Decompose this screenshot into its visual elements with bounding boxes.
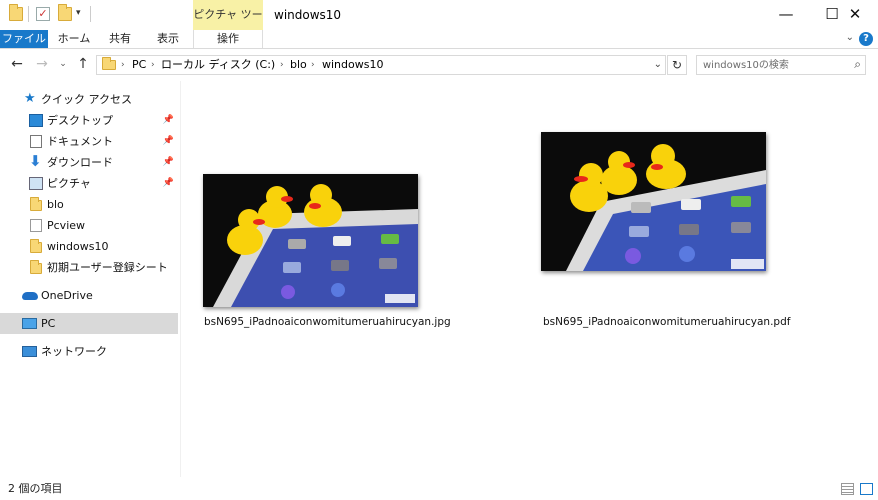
nav-folder-registration[interactable]: 初期ユーザー登録シート — [0, 257, 178, 278]
divider — [90, 6, 91, 22]
status-bar: 2 個の項目 — [0, 478, 878, 500]
folder-icon — [102, 57, 116, 70]
breadcrumb-separator[interactable]: › — [311, 56, 315, 74]
expand-ribbon-icon[interactable]: ⌄ — [846, 32, 854, 43]
navigation-pane: ★ クイック アクセス デスクトップ 📌 ドキュメント 📌 ⬇ ダウンロード 📌… — [0, 81, 180, 477]
folder-icon — [30, 219, 42, 232]
search-input[interactable] — [703, 58, 843, 73]
nav-label: blo — [47, 198, 64, 211]
nav-folder-blo[interactable]: blo — [0, 194, 178, 215]
nav-folder-pcview[interactable]: Pcview — [0, 215, 178, 236]
new-folder-icon[interactable] — [58, 4, 72, 21]
address-bar[interactable]: › PC › ローカル ディスク (C:) › blo › windows10 … — [96, 55, 666, 75]
duck-ipad-image — [203, 174, 418, 307]
nav-label: ピクチャ — [47, 177, 91, 190]
pin-icon: 📌 — [162, 115, 174, 125]
up-button[interactable]: ↑ — [74, 55, 92, 73]
help-icon[interactable]: ? — [859, 32, 873, 46]
nav-label: 初期ユーザー登録シート — [47, 261, 168, 274]
tab-file[interactable]: ファイル — [0, 30, 48, 48]
nav-desktop[interactable]: デスクトップ 📌 — [0, 110, 178, 131]
tab-view[interactable]: 表示 — [146, 30, 190, 48]
nav-pictures[interactable]: ピクチャ 📌 — [0, 173, 178, 194]
pane-splitter[interactable] — [180, 81, 181, 477]
documents-icon — [30, 135, 42, 148]
desktop-icon — [29, 114, 43, 127]
breadcrumb-separator[interactable]: › — [280, 56, 284, 74]
nav-label: ダウンロード — [47, 156, 113, 169]
network-icon — [22, 346, 37, 357]
nav-label: windows10 — [47, 240, 109, 253]
breadcrumb-separator[interactable]: › — [151, 56, 155, 74]
breadcrumb-blo[interactable]: blo — [290, 56, 307, 74]
nav-quick-access[interactable]: ★ クイック アクセス — [0, 89, 178, 110]
duck-ipad-image — [541, 132, 766, 271]
close-button[interactable]: ✕ — [832, 0, 878, 30]
star-icon: ★ — [24, 91, 36, 106]
minimize-button[interactable]: — — [763, 0, 809, 30]
pin-icon: 📌 — [162, 136, 174, 146]
recent-locations-button[interactable]: ⌄ — [54, 55, 72, 73]
nav-folder-windows10[interactable]: windows10 — [0, 236, 178, 257]
tab-manage[interactable]: 操作 — [193, 30, 263, 48]
tab-home[interactable]: ホーム — [52, 30, 96, 48]
back-button[interactable]: ← — [8, 55, 26, 73]
folder-icon — [30, 197, 42, 211]
navigation-bar: ← → ⌄ ↑ › PC › ローカル ディスク (C:) › blo › wi… — [0, 49, 878, 81]
search-icon[interactable]: ⌕ — [854, 57, 861, 72]
file-thumbnail-jpg[interactable] — [203, 174, 418, 307]
breadcrumb-separator[interactable]: › — [121, 56, 125, 74]
details-view-icon[interactable] — [841, 483, 854, 495]
nav-label: Pcview — [47, 219, 86, 232]
large-icons-view-icon[interactable] — [860, 483, 873, 495]
nav-label: ネットワーク — [41, 345, 107, 358]
search-box[interactable]: ⌕ — [696, 55, 866, 75]
title-bar: ✓ ▾ ピクチャ ツール windows10 — ☐ ✕ — [0, 0, 878, 51]
pin-icon: 📌 — [162, 178, 174, 188]
tab-share[interactable]: 共有 — [100, 30, 140, 48]
chevron-down-icon[interactable]: ⌄ — [654, 56, 662, 74]
refresh-button[interactable]: ↻ — [667, 55, 687, 75]
nav-label: ドキュメント — [47, 135, 113, 148]
forward-button[interactable]: → — [33, 55, 51, 73]
nav-label: PC — [41, 317, 56, 330]
breadcrumb-local-disk[interactable]: ローカル ディスク (C:) — [161, 56, 275, 74]
nav-pc[interactable]: PC — [0, 313, 178, 334]
file-name-jpg[interactable]: bsN695_iPadnoaiconwomitumeruahirucyan.jp… — [204, 316, 451, 328]
pc-icon — [22, 318, 37, 329]
folder-icon — [30, 239, 42, 253]
picture-tools-header: ピクチャ ツール — [193, 0, 263, 51]
properties-icon[interactable]: ✓ — [36, 7, 50, 21]
nav-label: デスクトップ — [47, 114, 113, 127]
pin-icon: 📌 — [162, 157, 174, 167]
nav-onedrive[interactable]: OneDrive — [0, 285, 178, 306]
divider — [28, 6, 29, 22]
ribbon-tabs: ファイル ホーム 共有 表示 操作 ⌄ ? — [0, 30, 878, 48]
window-title: windows10 — [274, 8, 342, 22]
nav-network[interactable]: ネットワーク — [0, 341, 178, 362]
nav-label: OneDrive — [41, 289, 93, 302]
folder-icon — [30, 260, 42, 274]
nav-label: クイック アクセス — [41, 93, 132, 106]
breadcrumb-windows10[interactable]: windows10 — [322, 56, 383, 74]
item-count: 2 個の項目 — [8, 482, 63, 495]
nav-downloads[interactable]: ⬇ ダウンロード 📌 — [0, 152, 178, 173]
nav-documents[interactable]: ドキュメント 📌 — [0, 131, 178, 152]
breadcrumb-pc[interactable]: PC — [132, 56, 146, 74]
pictures-icon — [29, 177, 43, 190]
customize-quick-access-icon[interactable]: ▾ — [76, 8, 81, 18]
folder-icon — [9, 4, 23, 21]
onedrive-icon — [22, 292, 38, 300]
file-thumbnail-pdf[interactable] — [541, 132, 766, 271]
downloads-icon: ⬇ — [29, 152, 42, 170]
file-name-pdf[interactable]: bsN695_iPadnoaiconwomitumeruahirucyan.pd… — [543, 316, 790, 328]
